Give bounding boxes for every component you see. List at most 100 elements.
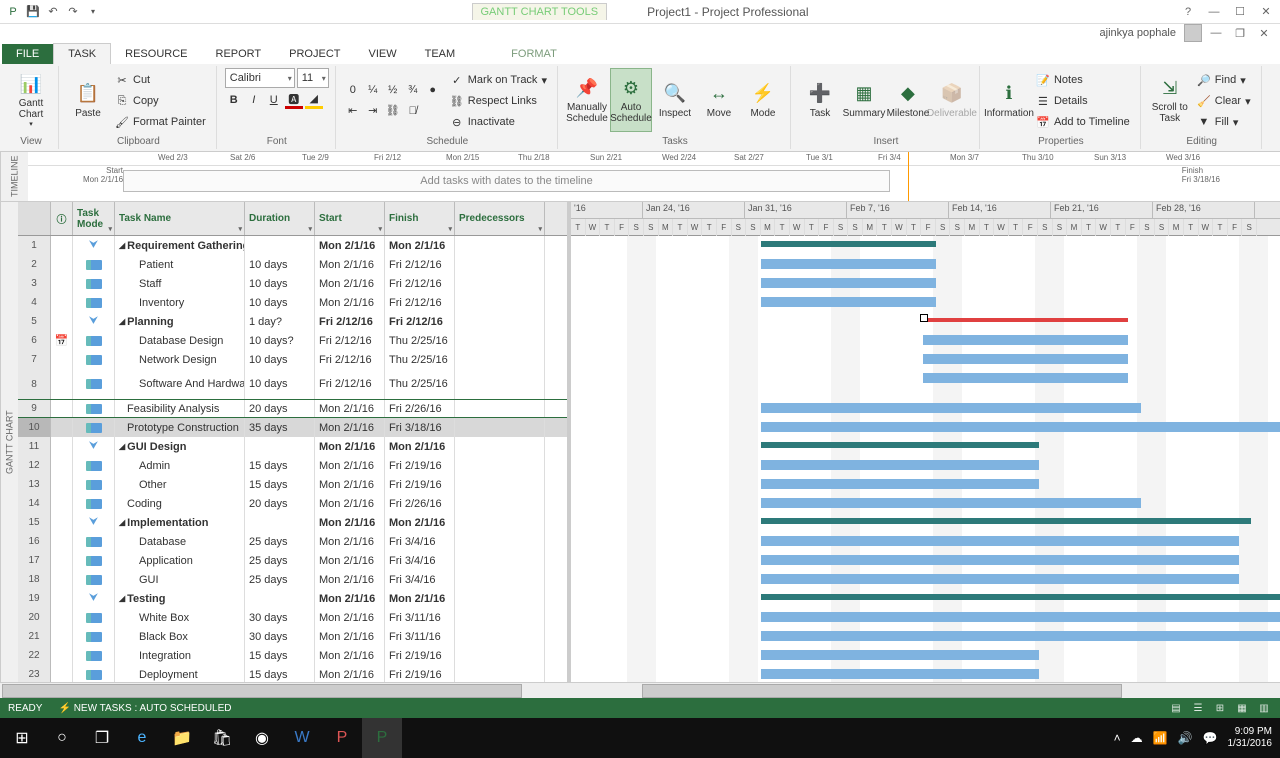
font-size-combo[interactable]: 11 <box>297 68 329 88</box>
tab-project[interactable]: PROJECT <box>275 44 354 64</box>
cell-duration[interactable]: 10 days? <box>245 331 315 350</box>
cell-predecessors[interactable] <box>455 369 545 399</box>
cell-mode[interactable]: ⮟ <box>73 513 115 532</box>
cell-name[interactable]: ◢Planning <box>115 312 245 331</box>
indent-icon[interactable]: ⇥ <box>364 102 382 120</box>
pct100-icon[interactable]: ● <box>424 81 442 99</box>
cell-info[interactable] <box>51 350 73 369</box>
outdent-icon[interactable]: ⇤ <box>344 102 362 120</box>
cell-name[interactable]: ◢Requirement Gathering <box>115 236 245 255</box>
row-number[interactable]: 13 <box>18 475 51 494</box>
cortana-icon[interactable]: ○ <box>42 718 82 758</box>
cell-start[interactable]: Mon 2/1/16 <box>315 551 385 570</box>
cell-start[interactable]: Fri 2/12/16 <box>315 350 385 369</box>
cell-start[interactable]: Mon 2/1/16 <box>315 475 385 494</box>
tab-resource[interactable]: RESOURCE <box>111 44 201 64</box>
cell-mode[interactable] <box>73 293 115 312</box>
cell-name[interactable]: Database Design <box>115 331 245 350</box>
cell-predecessors[interactable] <box>455 293 545 312</box>
view-calendar-icon[interactable]: ▦ <box>1234 701 1250 715</box>
save-icon[interactable]: 💾 <box>24 3 42 21</box>
cell-predecessors[interactable] <box>455 551 545 570</box>
cell-predecessors[interactable] <box>455 665 545 682</box>
cell-finish[interactable]: Mon 2/1/16 <box>385 589 455 608</box>
cell-mode[interactable]: ⮟ <box>73 236 115 255</box>
col-name[interactable]: Task Name▾ <box>115 202 245 235</box>
row-number[interactable]: 15 <box>18 513 51 532</box>
word-icon[interactable]: W <box>282 718 322 758</box>
minimize-icon[interactable]: — <box>1204 4 1224 20</box>
powerpoint-icon[interactable]: P <box>322 718 362 758</box>
gantt-bar[interactable] <box>923 318 1128 322</box>
row-number[interactable]: 6 <box>18 331 51 350</box>
table-row[interactable]: 11⮟◢GUI DesignMon 2/1/16Mon 2/1/16 <box>18 437 567 456</box>
cell-info[interactable] <box>51 608 73 627</box>
table-row[interactable]: 8Software And Hardware10 daysFri 2/12/16… <box>18 369 567 399</box>
row-number[interactable]: 11 <box>18 437 51 456</box>
table-row[interactable]: 3Staff10 daysMon 2/1/16Fri 2/12/16 <box>18 274 567 293</box>
move-button[interactable]: ↔Move <box>698 68 740 132</box>
cell-predecessors[interactable] <box>455 418 545 437</box>
cell-info[interactable] <box>51 255 73 274</box>
cell-predecessors[interactable] <box>455 400 545 417</box>
explorer-icon[interactable]: 📁 <box>162 718 202 758</box>
table-row[interactable]: 9Feasibility Analysis20 daysMon 2/1/16Fr… <box>18 399 567 418</box>
store-icon[interactable]: 🛍 <box>202 718 242 758</box>
manually-schedule-button[interactable]: 📌Manually Schedule <box>566 68 608 132</box>
view-gantt-icon[interactable]: ▤ <box>1168 701 1184 715</box>
col-duration[interactable]: Duration▾ <box>245 202 315 235</box>
gantt-bar[interactable] <box>761 241 936 247</box>
cell-info[interactable] <box>51 437 73 456</box>
tab-team[interactable]: TEAM <box>411 44 470 64</box>
cell-duration[interactable]: 20 days <box>245 494 315 513</box>
row-number[interactable]: 12 <box>18 456 51 475</box>
cell-mode[interactable] <box>73 274 115 293</box>
row-number[interactable]: 16 <box>18 532 51 551</box>
format-painter-button[interactable]: 🖌Format Painter <box>111 112 210 132</box>
cell-predecessors[interactable] <box>455 274 545 293</box>
cell-mode[interactable] <box>73 494 115 513</box>
font-color-button[interactable]: 🅰 <box>285 91 303 109</box>
row-number[interactable]: 17 <box>18 551 51 570</box>
cell-info[interactable] <box>51 513 73 532</box>
task-view-icon[interactable]: ❐ <box>82 718 122 758</box>
milestone-button[interactable]: ◆Milestone <box>887 68 929 132</box>
cell-mode[interactable] <box>73 665 115 682</box>
mark-on-track-button[interactable]: ✓Mark on Track ▾ <box>446 70 551 90</box>
table-row[interactable]: 5⮟◢Planning1 day?Fri 2/12/16Fri 2/12/16 <box>18 312 567 331</box>
gantt-bar[interactable] <box>761 536 1239 546</box>
cell-duration[interactable]: 30 days <box>245 627 315 646</box>
cell-start[interactable]: Mon 2/1/16 <box>315 236 385 255</box>
gantt-bar[interactable] <box>923 335 1128 345</box>
cell-info[interactable] <box>51 236 73 255</box>
unlink-icon[interactable]: ⛓̸ <box>404 102 422 120</box>
cell-duration[interactable] <box>245 236 315 255</box>
cell-name[interactable]: Software And Hardware <box>115 369 245 399</box>
cell-start[interactable]: Mon 2/1/16 <box>315 608 385 627</box>
cell-duration[interactable]: 35 days <box>245 418 315 437</box>
table-row[interactable]: 18GUI25 daysMon 2/1/16Fri 3/4/16 <box>18 570 567 589</box>
cell-start[interactable]: Mon 2/1/16 <box>315 589 385 608</box>
cell-info[interactable] <box>51 589 73 608</box>
pct50-icon[interactable]: ½ <box>384 81 402 99</box>
cell-start[interactable]: Mon 2/1/16 <box>315 437 385 456</box>
cell-start[interactable]: Mon 2/1/16 <box>315 665 385 682</box>
view-usage-icon[interactable]: ☰ <box>1190 701 1206 715</box>
cell-predecessors[interactable] <box>455 456 545 475</box>
col-mode[interactable]: Task Mode▾ <box>73 202 115 235</box>
cell-finish[interactable]: Fri 3/18/16 <box>385 418 455 437</box>
cell-predecessors[interactable] <box>455 312 545 331</box>
cell-start[interactable]: Mon 2/1/16 <box>315 293 385 312</box>
tab-view[interactable]: VIEW <box>354 44 410 64</box>
cell-finish[interactable]: Fri 2/19/16 <box>385 475 455 494</box>
cell-info[interactable] <box>51 475 73 494</box>
information-button[interactable]: ℹInformation <box>988 68 1030 132</box>
copy-button[interactable]: ⎘Copy <box>111 91 210 111</box>
tray-volume-icon[interactable]: 🔊 <box>1178 731 1193 745</box>
gantt-bar[interactable] <box>761 594 1280 600</box>
cell-duration[interactable]: 15 days <box>245 475 315 494</box>
cell-mode[interactable] <box>73 369 115 399</box>
cell-mode[interactable] <box>73 551 115 570</box>
cell-name[interactable]: White Box <box>115 608 245 627</box>
cell-name[interactable]: Application <box>115 551 245 570</box>
